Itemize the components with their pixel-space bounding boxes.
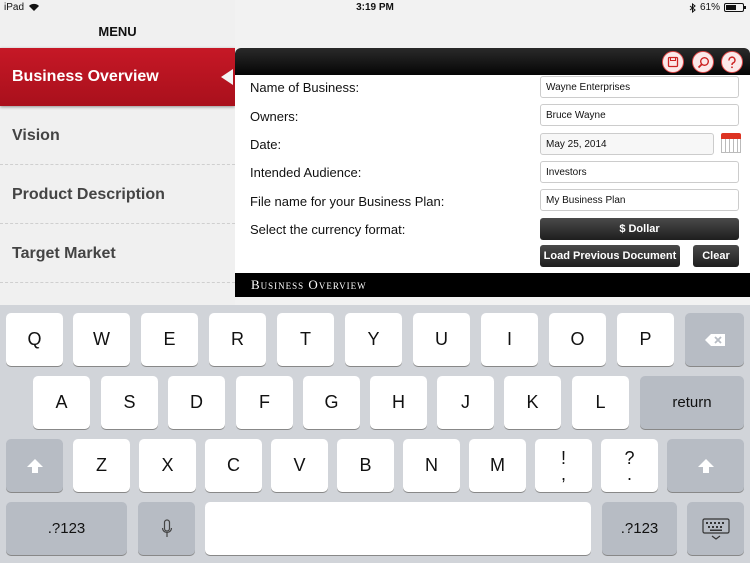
numbers-key-left[interactable]: .?123: [6, 502, 127, 555]
currency-select[interactable]: $ Dollar: [540, 218, 739, 240]
shift-key-right[interactable]: [667, 439, 744, 492]
battery-percent: 61%: [699, 2, 720, 13]
currency-label: Select the currency format:: [250, 222, 406, 237]
numbers-key-right[interactable]: .?123: [602, 502, 677, 555]
key-t[interactable]: T: [277, 313, 334, 366]
battery-icon: [724, 3, 746, 12]
help-icon: [728, 55, 736, 68]
clear-button[interactable]: Clear: [693, 245, 739, 267]
key-d[interactable]: D: [168, 376, 225, 429]
filename-label: File name for your Business Plan:: [250, 194, 445, 209]
date-input[interactable]: [540, 133, 714, 155]
key-l[interactable]: L: [572, 376, 629, 429]
help-button[interactable]: [721, 51, 743, 73]
key-o[interactable]: O: [549, 313, 606, 366]
key-y[interactable]: Y: [345, 313, 402, 366]
save-button[interactable]: [662, 51, 684, 73]
comma-char: ,: [560, 463, 566, 484]
key-c[interactable]: C: [205, 439, 262, 492]
save-icon: [667, 56, 679, 68]
sidebar-item-target-market[interactable]: Target Market: [0, 225, 235, 283]
hide-keyboard-key[interactable]: [687, 502, 744, 555]
sidebar-item-vision[interactable]: Vision: [0, 107, 235, 165]
sidebar-item-label: Target Market: [12, 244, 116, 262]
dictation-key[interactable]: [138, 502, 195, 555]
key-exclamation[interactable]: !,: [535, 439, 592, 492]
date-label: Date:: [250, 137, 282, 152]
search-icon: [697, 56, 709, 68]
shift-icon: [697, 458, 714, 473]
filename-input[interactable]: [540, 189, 739, 211]
key-m[interactable]: M: [469, 439, 526, 492]
content-panel: Name of Business: Owners: Date: Intended…: [235, 0, 750, 305]
key-p[interactable]: P: [617, 313, 674, 366]
key-k[interactable]: K: [504, 376, 561, 429]
search-button[interactable]: [692, 51, 714, 73]
status-time: 3:19 PM: [356, 2, 394, 13]
load-previous-button[interactable]: Load Previous Document: [540, 245, 680, 267]
audience-label: Intended Audience:: [250, 165, 362, 180]
section-header: Business Overview: [235, 273, 750, 297]
key-b[interactable]: B: [337, 439, 394, 492]
shift-key-left[interactable]: [6, 439, 63, 492]
sidebar-item-label: Vision: [12, 126, 60, 144]
hide-keyboard-icon: [701, 517, 730, 540]
audience-input[interactable]: [540, 161, 739, 183]
key-q[interactable]: Q: [6, 313, 63, 366]
key-a[interactable]: A: [33, 376, 90, 429]
return-key[interactable]: return: [640, 376, 744, 429]
shift-icon: [26, 458, 43, 473]
key-e[interactable]: E: [141, 313, 198, 366]
key-u[interactable]: U: [413, 313, 470, 366]
microphone-icon: [161, 518, 172, 537]
sidebar-item-label: Business Overview: [12, 68, 159, 85]
key-n[interactable]: N: [403, 439, 460, 492]
business-form: Name of Business: Owners: Date: Intended…: [235, 75, 750, 273]
key-r[interactable]: R: [209, 313, 266, 366]
sidebar-item-label: Product Description: [12, 185, 165, 203]
business-name-input[interactable]: [540, 76, 739, 98]
owners-input[interactable]: [540, 104, 739, 126]
section-title: Business Overview: [251, 277, 367, 292]
sidebar-item-product-description[interactable]: Product Description: [0, 166, 235, 224]
backspace-icon: [704, 333, 725, 346]
backspace-key[interactable]: [685, 313, 744, 366]
period-char: .: [626, 463, 632, 484]
bluetooth-icon: [689, 2, 696, 13]
space-key[interactable]: [205, 502, 591, 555]
key-x[interactable]: X: [139, 439, 196, 492]
onscreen-keyboard: Q W E R T Y U I O P A S D F G H J K L re…: [0, 305, 750, 563]
sidebar: MENU Business Overview Vision Product De…: [0, 0, 235, 305]
owners-label: Owners:: [250, 109, 299, 124]
sidebar-item-business-overview[interactable]: Business Overview: [0, 48, 235, 106]
toolbar: [235, 48, 750, 75]
key-g[interactable]: G: [303, 376, 360, 429]
key-s[interactable]: S: [101, 376, 158, 429]
key-question[interactable]: ?.: [601, 439, 658, 492]
key-z[interactable]: Z: [73, 439, 130, 492]
key-h[interactable]: H: [370, 376, 427, 429]
status-bar: iPad 3:19 PM 61%: [0, 0, 750, 16]
key-i[interactable]: I: [481, 313, 538, 366]
key-j[interactable]: J: [437, 376, 494, 429]
key-v[interactable]: V: [271, 439, 328, 492]
business-name-label: Name of Business:: [250, 80, 360, 95]
key-w[interactable]: W: [73, 313, 130, 366]
key-f[interactable]: F: [236, 376, 293, 429]
calendar-icon[interactable]: [721, 133, 741, 153]
menu-title: MENU: [98, 24, 137, 39]
